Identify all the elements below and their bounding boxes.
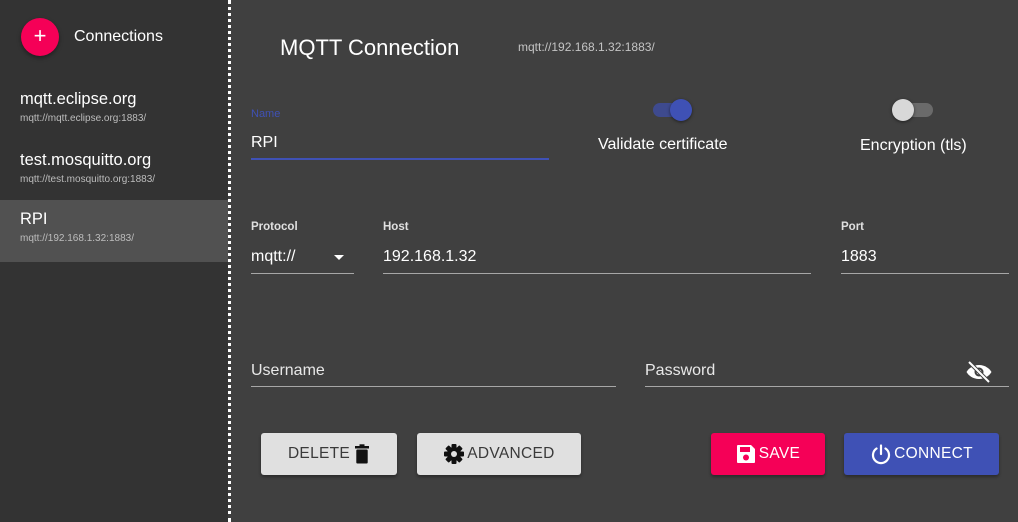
connection-url: mqtt://mqtt.eclipse.org:1883/ [20,113,147,124]
validate-certificate-toggle[interactable] [648,97,694,123]
name-value[interactable]: RPI [251,134,278,152]
delete-button[interactable]: DELETE [261,433,397,475]
sidebar: + Connections mqtt.eclipse.org mqtt://mq… [0,0,228,522]
protocol-underline [251,273,354,274]
port-field[interactable]: Port 1883 [841,221,1009,275]
trash-icon [354,444,370,464]
chevron-down-icon [334,255,344,260]
validate-certificate-label: Validate certificate [598,136,728,153]
protocol-value: mqtt:// [251,248,296,265]
connect-button-label: CONNECT [894,445,973,462]
name-underline [251,158,549,160]
plus-icon: + [33,23,47,48]
connection-name: mqtt.eclipse.org [20,90,137,108]
sidebar-header: + Connections [0,0,228,80]
connection-url: mqtt://192.168.1.32:1883/ [20,233,134,244]
password-placeholder: Password [645,362,716,379]
connect-button[interactable]: CONNECT [844,433,999,475]
power-icon [870,443,892,465]
host-value[interactable]: 192.168.1.32 [383,248,476,266]
connection-url: mqtt://test.mosquitto.org:1883/ [20,174,156,185]
sidebar-resize-handle[interactable] [228,0,232,522]
sidebar-title: Connections [74,28,163,45]
password-underline [645,386,1009,387]
username-field[interactable]: Username [251,360,616,390]
save-button[interactable]: SAVE [711,433,825,475]
page-title: MQTT Connection [280,35,460,60]
username-placeholder: Username [251,362,325,379]
eye-off-icon[interactable] [965,360,993,389]
protocol-select[interactable]: Protocol mqtt:// [251,221,354,275]
password-field[interactable]: Password [645,360,1009,390]
name-field[interactable]: Name RPI [251,108,549,162]
connection-item[interactable]: test.mosquitto.org mqtt://test.mosquitto… [0,141,228,203]
port-value[interactable]: 1883 [841,248,877,266]
username-underline [251,386,616,387]
save-button-label: SAVE [758,445,801,462]
name-label: Name [251,108,281,120]
toggle-thumb [892,99,914,121]
port-label: Port [841,221,864,233]
encryption-label: Encryption (tls) [860,137,967,154]
host-field[interactable]: Host 192.168.1.32 [383,221,811,275]
page-subtitle: mqtt://192.168.1.32:1883/ [518,40,655,54]
protocol-label: Protocol [251,221,298,233]
connection-item[interactable]: mqtt.eclipse.org mqtt://mqtt.eclipse.org… [0,80,228,142]
connection-item-selected[interactable]: RPI mqtt://192.168.1.32:1883/ [0,200,228,262]
add-connection-button[interactable]: + [21,18,59,56]
connection-name: RPI [20,210,48,228]
host-label: Host [383,221,409,233]
connection-name: test.mosquitto.org [20,151,152,169]
advanced-button[interactable]: ADVANCED [417,433,581,475]
floppy-icon [736,444,756,464]
delete-button-label: DELETE [287,445,351,462]
encryption-toggle[interactable] [892,97,938,123]
advanced-button-label: ADVANCED [467,445,555,462]
port-underline [841,273,1009,274]
host-underline [383,273,811,274]
toggle-thumb [670,99,692,121]
gear-icon [443,443,465,465]
